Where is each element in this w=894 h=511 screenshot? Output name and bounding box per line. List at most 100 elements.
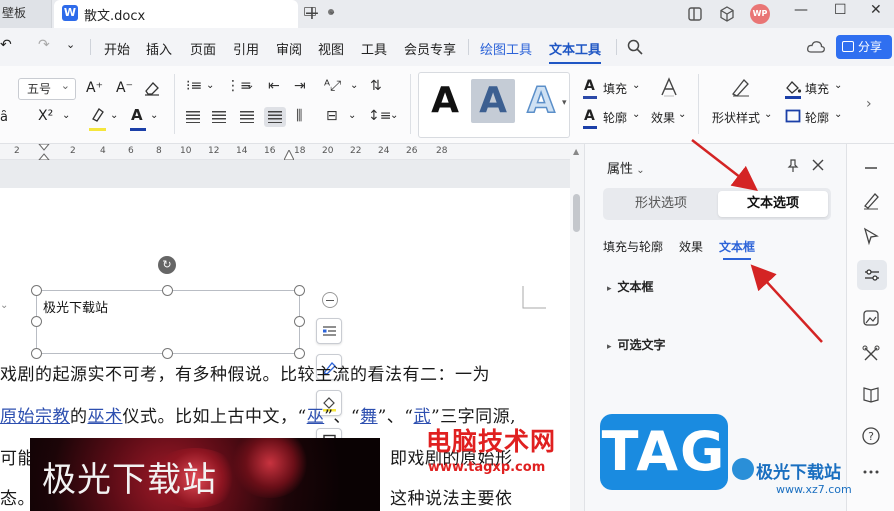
section-alt-text[interactable]: 可选文字 (607, 336, 666, 353)
layout-icon[interactable] (686, 5, 704, 23)
tools-icon[interactable] (861, 344, 881, 364)
subtab-effects[interactable]: 效果 (679, 238, 703, 255)
quick-access-chevron-icon[interactable]: ⌄ (66, 38, 75, 51)
cloud-icon[interactable] (806, 37, 826, 57)
line-spacing-icon[interactable]: ↕≡ (368, 108, 391, 124)
resize-handle-w[interactable] (31, 316, 42, 327)
text-outline-icon[interactable]: A (584, 108, 595, 124)
distribute-icon[interactable]: ⫼ (296, 108, 302, 124)
text-style-gallery[interactable]: A A A (418, 72, 570, 138)
subtab-fill-outline[interactable]: 填充与轮廓 (603, 238, 663, 255)
shrink-font-button[interactable]: A⁻ (116, 80, 133, 96)
undo-icon[interactable]: ↶ (0, 37, 12, 53)
line-spacing-chevron-icon[interactable]: ⌄ (390, 110, 398, 121)
align-justify-button[interactable] (264, 107, 286, 127)
vertical-align-chevron-icon[interactable]: ⌄ (348, 110, 356, 121)
font-color-button[interactable]: A (131, 106, 143, 124)
text-direction-chevron-icon[interactable]: ⌄ (350, 80, 358, 91)
align-left-button[interactable] (182, 107, 204, 127)
text-effect-icon[interactable] (658, 76, 680, 98)
text-direction-icon[interactable]: ᴬ⤢ (324, 78, 341, 94)
text-style-black[interactable]: A (423, 79, 467, 123)
link-wu-dance[interactable]: 舞 (360, 407, 378, 427)
menu-review[interactable]: 审阅 (276, 39, 302, 58)
align-center-button[interactable] (208, 107, 230, 127)
horizontal-ruler[interactable]: 2 2 4 6 8 10 12 14 16 18 20 22 24 26 28 (0, 144, 583, 160)
highlight-chevron-icon[interactable]: ⌄ (110, 110, 118, 121)
text-fill-button[interactable]: 填充 (603, 80, 627, 97)
paragraph-line-4b[interactable]: 这种说法主要依 (390, 484, 513, 509)
cube-icon[interactable] (718, 5, 736, 23)
text-effect-button[interactable]: 效果 (651, 109, 675, 126)
align-right-button[interactable] (236, 107, 258, 127)
maximize-button[interactable]: ☐ (834, 2, 847, 18)
sort-icon[interactable]: ⇅ (370, 78, 382, 94)
collapse-toolbar-button[interactable] (322, 292, 338, 308)
image-edit-icon[interactable] (861, 308, 881, 328)
right-indent-marker-icon[interactable] (284, 150, 294, 160)
gallery-more-chevron-icon[interactable]: ▾ (562, 98, 567, 108)
menu-home[interactable]: 开始 (104, 39, 130, 58)
menu-view[interactable]: 视图 (318, 39, 344, 58)
shape-style-chevron-icon[interactable]: ⌄ (764, 109, 772, 120)
text-style-outline[interactable]: A (519, 79, 563, 123)
decrease-indent-icon[interactable]: ⇤ (268, 78, 280, 94)
menu-tools[interactable]: 工具 (361, 39, 387, 58)
vertical-align-icon[interactable]: ⊟ (326, 108, 338, 124)
user-avatar[interactable]: WP (750, 4, 770, 24)
close-window-button[interactable]: ✕ (870, 2, 882, 18)
bullet-list-icon[interactable]: ⁝≡ (186, 78, 202, 94)
resize-handle-sw[interactable] (31, 348, 42, 359)
properties-toggle-button[interactable] (857, 260, 887, 290)
shape-style-button[interactable]: 形状样式 (712, 109, 760, 126)
layout-option-chevron-icon[interactable]: ⌄ (0, 300, 8, 311)
bullet-chevron-icon[interactable]: ⌄ (206, 80, 214, 91)
tab-shape-options[interactable]: 形状选项 (606, 191, 716, 217)
resize-handle-s[interactable] (162, 348, 173, 359)
link-primitive-religion[interactable]: 原始宗教 (0, 407, 70, 427)
menu-member[interactable]: 会员专享 (404, 39, 456, 58)
text-effect-chevron-icon[interactable]: ⌄ (678, 109, 686, 120)
new-tab-button[interactable]: + (304, 2, 320, 24)
pane-title[interactable]: 属性 (607, 158, 645, 177)
text-fill-icon[interactable]: A (584, 78, 595, 94)
text-fill-chevron-icon[interactable]: ⌄ (632, 80, 640, 91)
menu-page[interactable]: 页面 (190, 39, 216, 58)
pin-icon[interactable] (785, 158, 801, 174)
section-textbox[interactable]: 文本框 (607, 278, 654, 295)
font-size-select[interactable]: 五号 (18, 76, 76, 100)
book-icon[interactable] (861, 384, 881, 404)
text-style-shadow[interactable]: A (471, 79, 515, 123)
superscript-chevron-icon[interactable]: ⌄ (62, 110, 70, 121)
textbox-text[interactable]: 极光下载站 (43, 297, 108, 316)
shape-outline-icon[interactable] (784, 108, 802, 126)
paragraph-line-1[interactable]: 戏剧的起源实不可考，有多种假说。比较主流的看法有二：一为 (0, 360, 490, 385)
subtab-textbox[interactable]: 文本框 (719, 238, 755, 260)
indent-marker-icon[interactable] (38, 144, 50, 160)
minimize-button[interactable]: — (794, 2, 808, 18)
edit-pen-icon[interactable] (861, 190, 881, 210)
numbered-chevron-icon[interactable]: ⌄ (246, 80, 254, 91)
document-canvas[interactable]: ↻ 极光下载站 ⌄ 戏剧的起源实不可考，有多种假说。比较主流的看法有二：一为 原… (0, 160, 570, 511)
menu-insert[interactable]: 插入 (146, 39, 172, 58)
help-icon[interactable]: ? (861, 426, 881, 446)
shape-fill-icon[interactable] (784, 78, 802, 96)
minus-icon[interactable] (861, 158, 881, 178)
shape-fill-chevron-icon[interactable]: ⌄ (834, 80, 842, 91)
link-wu-shaman[interactable]: 巫 (307, 407, 325, 427)
resize-handle-ne[interactable] (294, 285, 305, 296)
selected-textbox[interactable]: 极光下载站 (36, 290, 300, 354)
rotate-handle-icon[interactable]: ↻ (158, 256, 176, 274)
resize-handle-nw[interactable] (31, 285, 42, 296)
tab-list-chevron-icon[interactable]: ⌄ (328, 6, 336, 17)
menu-text-tools[interactable]: 文本工具 (549, 39, 602, 64)
text-outline-button[interactable]: 轮廓 (603, 109, 627, 126)
highlighter-icon[interactable] (88, 106, 106, 128)
tab-document[interactable]: W 散文.docx (54, 0, 334, 28)
link-witchcraft[interactable]: 巫术 (88, 407, 123, 427)
menu-references[interactable]: 引用 (233, 39, 259, 58)
vertical-scrollbar[interactable]: ▲ (570, 144, 584, 511)
superscript-button[interactable]: X² (38, 108, 53, 124)
scroll-up-icon[interactable]: ▲ (573, 147, 579, 156)
menu-drawing-tools[interactable]: 绘图工具 (480, 39, 532, 58)
